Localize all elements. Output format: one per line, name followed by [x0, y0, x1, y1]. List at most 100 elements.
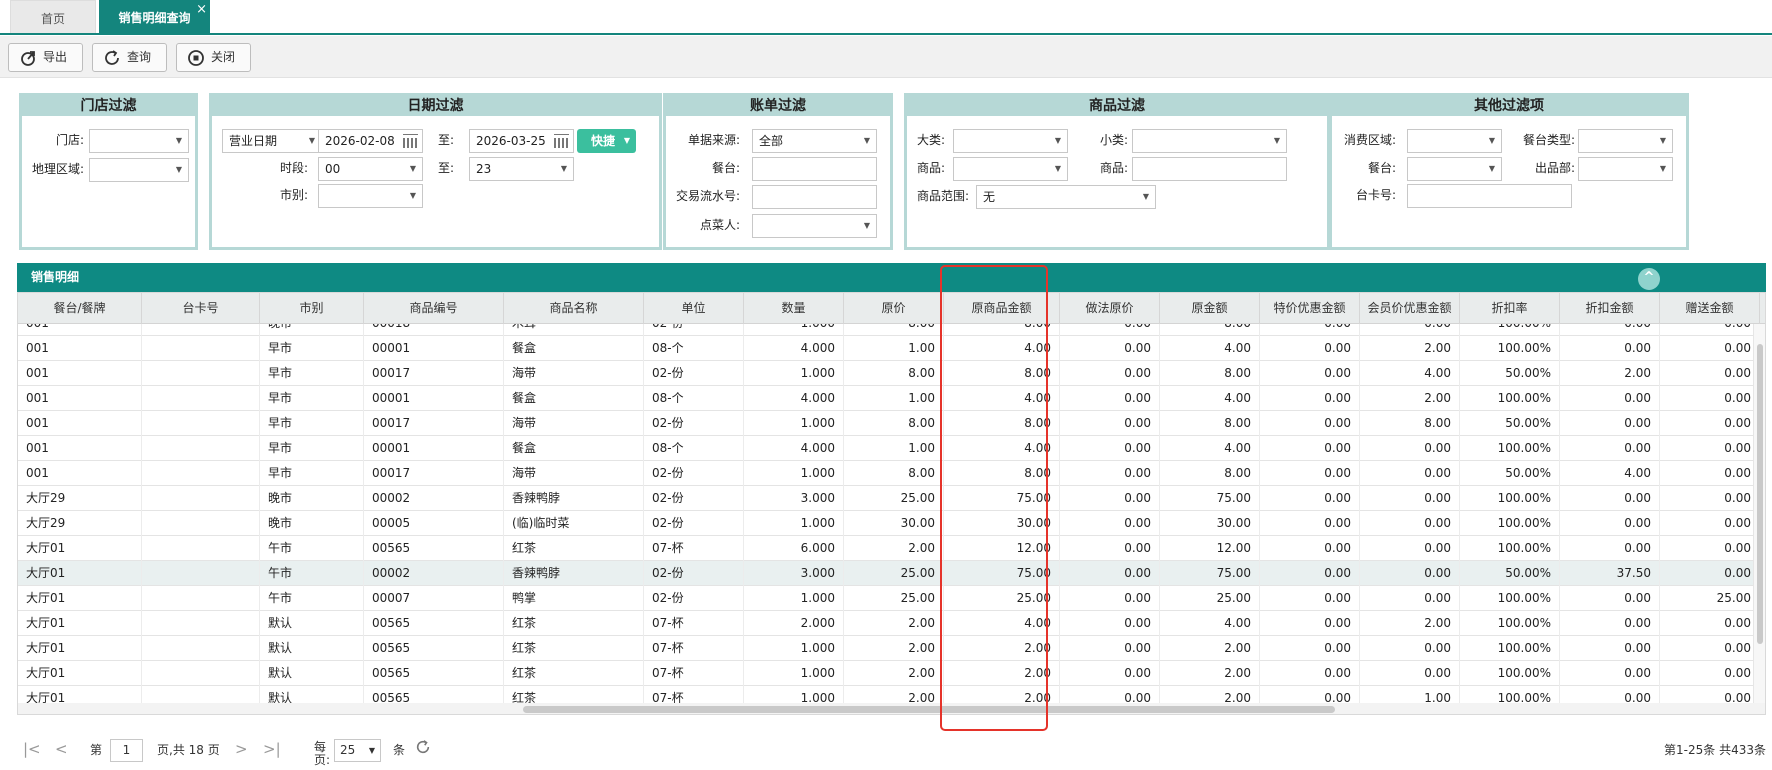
- table-cell: 餐盒: [504, 386, 644, 411]
- table-row[interactable]: 大厅01 默认 00565 红茶 07-杯 1.000 2.00 2.00 0.00 2.00 0.…: [18, 636, 1765, 661]
- area-select[interactable]: ▼: [1407, 129, 1502, 153]
- table-row[interactable]: 001 早市 00001 餐盒 08-个 4.000 1.00 4.00 0.00 4.00 0.0…: [18, 436, 1765, 461]
- close-button[interactable]: 关闭: [176, 43, 251, 72]
- chevron-down-icon: ▼: [1054, 164, 1061, 173]
- column-header[interactable]: 其: [1760, 293, 1765, 324]
- bill-table-input[interactable]: [752, 157, 877, 181]
- other-filter-panel: 其他过滤项 消费区域: ▼ 餐台类型: ▼ 餐台: ▼ 出品部: ▼ 台卡号:: [1329, 93, 1689, 250]
- table-row[interactable]: 001 早市 00017 海带 02-份 1.000 8.00 8.00 0.00 8.00 0.0…: [18, 461, 1765, 486]
- horizontal-scrollbar[interactable]: [18, 703, 1765, 714]
- column-header[interactable]: 市别: [260, 293, 364, 324]
- horizontal-scroll-thumb[interactable]: [523, 706, 1335, 713]
- other-table-select[interactable]: ▼: [1407, 157, 1502, 181]
- table-row[interactable]: 大厅01 默认 00565 红茶 07-杯 1.000 2.00 2.00 0.00 2.00 0.…: [18, 686, 1765, 703]
- period-end-select[interactable]: 23 ▼: [469, 157, 574, 181]
- minor-select[interactable]: ▼: [1132, 129, 1287, 153]
- page-prefix: 第: [90, 743, 103, 757]
- first-page-icon[interactable]: |<: [23, 739, 41, 759]
- period-start-select[interactable]: 00 ▼: [318, 157, 423, 181]
- per-page-select[interactable]: 25 ▼: [334, 739, 381, 762]
- table-cell: 00002: [364, 486, 504, 511]
- table-cell: [142, 636, 260, 661]
- table-type-select[interactable]: ▼: [1578, 129, 1673, 153]
- column-header[interactable]: 台卡号: [142, 293, 260, 324]
- column-header[interactable]: 折扣率: [1460, 293, 1560, 324]
- column-header[interactable]: 商品编号: [364, 293, 504, 324]
- region-label: 地理区域:: [31, 162, 84, 176]
- market-select[interactable]: ▼: [318, 184, 423, 208]
- refresh-icon[interactable]: [415, 739, 431, 760]
- column-header[interactable]: 原价: [844, 293, 944, 324]
- goods2-input[interactable]: [1132, 157, 1287, 181]
- source-select[interactable]: 全部 ▼: [752, 129, 877, 153]
- table-cell: 1.000: [744, 324, 844, 336]
- table-row[interactable]: 大厅01 午市 00002 香辣鸭脖 02-份 3.000 25.00 75.00 0.00 75…: [18, 561, 1765, 586]
- table-cell: 鸭掌: [504, 586, 644, 611]
- calendar-icon[interactable]: [403, 134, 418, 148]
- goods-select[interactable]: ▼: [953, 157, 1068, 181]
- table-cell: [142, 361, 260, 386]
- column-header[interactable]: 单位: [644, 293, 744, 324]
- table-cell: 2.000: [744, 611, 844, 636]
- table-row[interactable]: 001 早市 00017 海带 02-份 1.000 8.00 8.00 0.00 8.00 0.0…: [18, 411, 1765, 436]
- table-cell: 0.00: [1260, 361, 1360, 386]
- column-header[interactable]: 折扣金额: [1560, 293, 1660, 324]
- tab-home[interactable]: 首页: [10, 0, 96, 33]
- table-cell: 默认: [260, 636, 364, 661]
- range-select[interactable]: 无 ▼: [976, 185, 1156, 209]
- next-page-icon[interactable]: >: [235, 739, 248, 759]
- table-cell: 25.00: [1660, 586, 1760, 611]
- table-cell: 0.00: [1260, 486, 1360, 511]
- table-row[interactable]: 大厅29 晚市 00002 香辣鸭脖 02-份 3.000 25.00 75.00 0.00 75…: [18, 486, 1765, 511]
- collapse-icon[interactable]: ^: [1638, 268, 1660, 290]
- table-row[interactable]: 001 早市 00001 餐盒 08-个 4.000 1.00 4.00 0.00 4.00 0.0…: [18, 386, 1765, 411]
- serial-input[interactable]: [752, 185, 877, 209]
- calendar-icon[interactable]: [554, 134, 569, 148]
- quick-button[interactable]: 快捷 ▼: [577, 129, 636, 153]
- table-row[interactable]: 大厅01 午市 00007 鸭掌 02-份 1.000 25.00 25.00 0.00 25.0…: [18, 586, 1765, 611]
- table-cell: 08-个: [644, 386, 744, 411]
- close-icon[interactable]: ×: [196, 0, 207, 28]
- region-select[interactable]: ▼: [89, 158, 189, 182]
- table-row[interactable]: 大厅29 晚市 00005 (临)临时菜 02-份 1.000 30.00 30.00 0.00…: [18, 511, 1765, 536]
- filter-area: 门店过滤 门店: ▼ 地理区域: ▼ 日期过滤 营业日期 ▼ 2026-02-08…: [8, 83, 1764, 260]
- date-type-select[interactable]: 营业日期 ▼: [222, 129, 322, 153]
- table-cell: 0.00: [1560, 686, 1660, 703]
- vertical-scrollbar[interactable]: [1753, 324, 1765, 703]
- export-button[interactable]: 导出: [8, 43, 83, 72]
- table-cell: 0.00: [1260, 386, 1360, 411]
- column-header[interactable]: 会员价优惠金额: [1360, 293, 1460, 324]
- table-cell: 2.00: [1560, 361, 1660, 386]
- last-page-icon[interactable]: >|: [263, 739, 281, 759]
- table-row[interactable]: 001晚市00018木耳02-份1.0008.008.000.008.000.0…: [18, 324, 1765, 336]
- store-select[interactable]: ▼: [89, 129, 189, 153]
- column-header[interactable]: 数量: [744, 293, 844, 324]
- column-header[interactable]: 赠送金额: [1660, 293, 1760, 324]
- vertical-scroll-thumb[interactable]: [1757, 344, 1763, 644]
- tab-sales-detail-query[interactable]: 销售明细查询 ×: [99, 0, 210, 33]
- table-row[interactable]: 大厅01 默认 00565 红茶 07-杯 1.000 2.00 2.00 0.00 2.00 0.…: [18, 661, 1765, 686]
- prev-page-icon[interactable]: <: [55, 739, 68, 759]
- goods-filter-title: 商品过滤: [907, 96, 1327, 116]
- table-row[interactable]: 001 早市 00017 海带 02-份 1.000 8.00 8.00 0.00 8.00 0.0…: [18, 361, 1765, 386]
- major-select[interactable]: ▼: [953, 129, 1068, 153]
- start-date-field[interactable]: 2026-02-08: [318, 129, 423, 153]
- page-input[interactable]: 1: [110, 739, 143, 762]
- orderer-select[interactable]: ▼: [752, 214, 877, 238]
- dept-select[interactable]: ▼: [1578, 157, 1673, 181]
- table-row[interactable]: 001 早市 00001 餐盒 08-个 4.000 1.00 4.00 0.00 4.00 0.0…: [18, 336, 1765, 361]
- table-row[interactable]: 大厅01 默认 00565 红茶 07-杯 2.000 2.00 4.00 0.00 4.00 0.…: [18, 611, 1765, 636]
- column-header[interactable]: 餐台/餐牌: [18, 293, 142, 324]
- card-input[interactable]: [1407, 184, 1572, 208]
- orderer-label: 点菜人:: [699, 218, 740, 232]
- column-header[interactable]: 商品名称: [504, 293, 644, 324]
- query-button[interactable]: 查询: [92, 43, 167, 72]
- column-header[interactable]: 做法原价: [1060, 293, 1160, 324]
- chevron-down-icon: ▼: [409, 191, 416, 200]
- column-header[interactable]: 特价优惠金额: [1260, 293, 1360, 324]
- table-cell: 07-杯: [644, 686, 744, 703]
- table-row[interactable]: 大厅01 午市 00565 红茶 07-杯 6.000 2.00 12.00 0.00 12.00…: [18, 536, 1765, 561]
- table-body[interactable]: 001晚市00018木耳02-份1.0008.008.000.008.000.0…: [18, 324, 1765, 703]
- column-header[interactable]: 原金额: [1160, 293, 1260, 324]
- end-date-field[interactable]: 2026-03-25: [469, 129, 574, 153]
